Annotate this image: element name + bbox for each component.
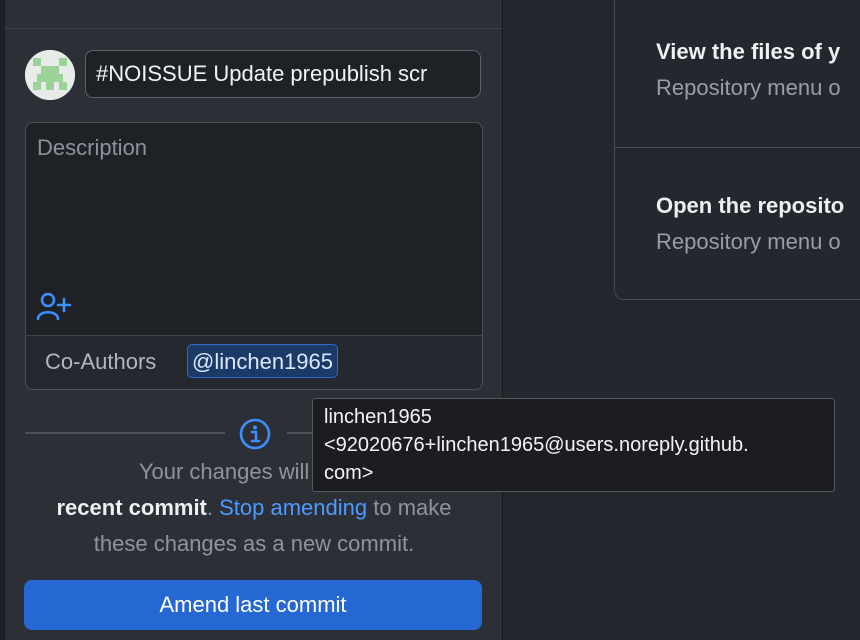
commit-description-field[interactable]: Description Co-Authors @linchen1965 [25,122,483,390]
card-title-open-repo[interactable]: Open the reposito [656,193,844,219]
amend-last-commit-button[interactable]: Amend last commit [24,580,482,630]
tooltip-username: linchen1965 [324,406,432,428]
suggestions-card: View the files of y Repository menu o Op… [614,0,860,300]
card-divider [615,147,860,148]
card-title-view-files[interactable]: View the files of y [656,39,840,65]
notice-line-3: these changes as a new commit. [93,531,415,556]
card-subtitle-view-files: Repository menu o [656,75,841,100]
coauthor-tooltip: linchen1965 <92020676+linchen1965@users.… [312,398,835,492]
notice-suffix: to make [367,495,452,520]
commit-panel: #NOISSUE Update prepublish scr Descripti… [5,0,503,640]
avatar [25,50,75,100]
info-icon [238,417,272,456]
card-subtitle-open-repo: Repository menu o [656,229,841,254]
coauthors-bar: Co-Authors @linchen1965 [26,335,482,389]
stop-amending-link[interactable]: Stop amending [219,495,367,520]
panel-divider [5,28,502,29]
commit-summary-input[interactable]: #NOISSUE Update prepublish scr [85,50,481,98]
tooltip-email-end: com> [324,462,374,484]
tooltip-email: <92020676+linchen1965@users.noreply.gith… [324,434,749,456]
divider-line-left [25,432,225,434]
notice-bold: recent commit [56,495,207,520]
notice-line-2: recent commit. Stop amending to make [25,490,483,526]
coauthor-chip[interactable]: @linchen1965 [187,344,338,378]
notice-separator: . [206,495,220,520]
description-placeholder: Description [37,135,148,160]
coauthors-label: Co-Authors [45,349,157,374]
person-add-icon[interactable] [36,291,74,323]
